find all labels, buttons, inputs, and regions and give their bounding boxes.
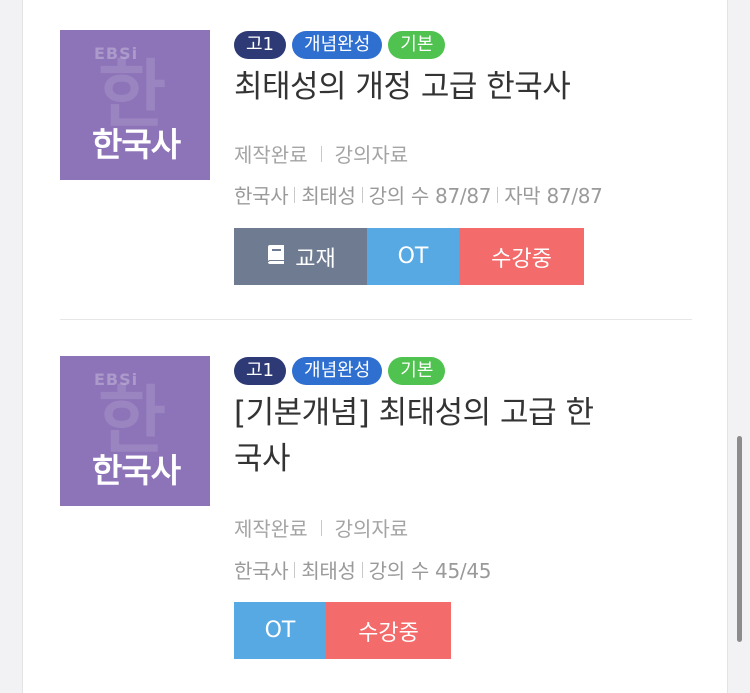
separator bbox=[497, 186, 499, 203]
enroll-status-button[interactable]: 수강중 bbox=[459, 228, 584, 285]
lecture-material-label: 강의자료 bbox=[334, 143, 409, 167]
teacher-name: 최태성 bbox=[301, 184, 356, 208]
separator bbox=[294, 561, 296, 578]
ot-button[interactable]: OT bbox=[367, 228, 459, 285]
textbook-label: 교재 bbox=[295, 246, 336, 272]
enroll-status-button[interactable]: 수강중 bbox=[326, 602, 451, 659]
grade-tag: 고1 bbox=[234, 357, 287, 385]
production-status: 제작완료 bbox=[234, 517, 308, 541]
basic-tag: 기본 bbox=[388, 31, 446, 59]
course-card[interactable]: EBSi 한 한국사 고1 개념완성 기본 [기본개념] 최태성의 고급 한국사… bbox=[23, 320, 727, 693]
scrollbar-thumb[interactable] bbox=[737, 436, 742, 642]
course-thumbnail[interactable]: EBSi 한 한국사 bbox=[60, 30, 210, 180]
course-actions: 교재 OT 수강중 bbox=[234, 228, 584, 285]
course-status: 제작완료 강의자료 bbox=[234, 139, 408, 168]
separator bbox=[361, 186, 363, 203]
level-tag: 개념완성 bbox=[292, 357, 383, 385]
course-card[interactable]: EBSi 한 한국사 고1 개념완성 기본 최태성의 개정 고급 한국사 제작완… bbox=[23, 0, 727, 319]
lecture-material-label: 강의자료 bbox=[334, 517, 409, 541]
teacher-name: 최태성 bbox=[301, 559, 356, 583]
tag-group: 고1 개념완성 기본 bbox=[234, 31, 446, 59]
course-list-panel: EBSi 한 한국사 고1 개념완성 기본 최태성의 개정 고급 한국사 제작완… bbox=[22, 0, 728, 693]
level-tag: 개념완성 bbox=[292, 31, 383, 59]
separator bbox=[320, 519, 322, 536]
subject-label: 한국사 bbox=[234, 559, 289, 583]
course-status: 제작완료 강의자료 bbox=[234, 513, 408, 542]
book-icon bbox=[265, 243, 287, 271]
course-title[interactable]: [기본개념] 최태성의 고급 한국사 bbox=[234, 390, 614, 482]
course-thumbnail[interactable]: EBSi 한 한국사 bbox=[60, 356, 210, 506]
thumbnail-subject: 한국사 bbox=[92, 125, 181, 164]
thumbnail-subject: 한국사 bbox=[92, 451, 181, 490]
separator bbox=[294, 186, 296, 203]
basic-tag: 기본 bbox=[388, 357, 446, 385]
separator bbox=[320, 145, 322, 162]
textbook-button[interactable]: 교재 bbox=[234, 228, 367, 285]
subtitle-count: 자막 87/87 bbox=[504, 184, 603, 208]
lecture-count: 강의 수 87/87 bbox=[368, 184, 492, 208]
course-meta: 한국사 최태성 강의 수 87/87 자막 87/87 bbox=[234, 180, 603, 209]
grade-tag: 고1 bbox=[234, 31, 287, 59]
course-actions: OT 수강중 bbox=[234, 602, 451, 659]
course-title[interactable]: 최태성의 개정 고급 한국사 bbox=[234, 64, 704, 110]
subject-label: 한국사 bbox=[234, 184, 289, 208]
lecture-count: 강의 수 45/45 bbox=[368, 559, 492, 583]
separator bbox=[361, 561, 363, 578]
course-meta: 한국사 최태성 강의 수 45/45 bbox=[234, 555, 491, 584]
tag-group: 고1 개념완성 기본 bbox=[234, 357, 446, 385]
ot-button[interactable]: OT bbox=[234, 602, 326, 659]
production-status: 제작완료 bbox=[234, 143, 308, 167]
